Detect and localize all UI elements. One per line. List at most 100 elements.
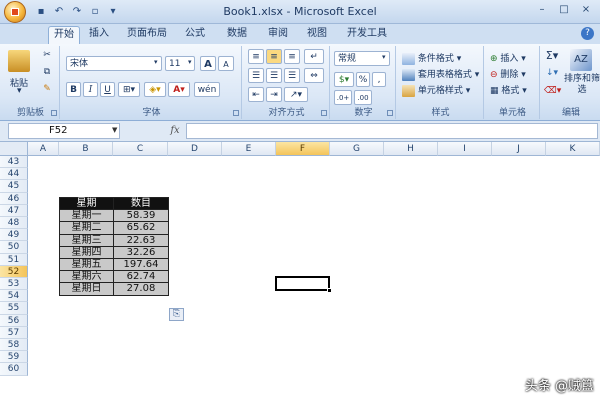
close-icon[interactable]: × bbox=[576, 2, 596, 18]
italic-button[interactable]: I bbox=[83, 82, 98, 97]
help-icon[interactable]: ? bbox=[581, 27, 594, 40]
column-header-d[interactable]: D bbox=[168, 142, 222, 156]
fill-handle[interactable] bbox=[327, 288, 332, 293]
row-header-48[interactable]: 48 bbox=[0, 217, 28, 230]
column-header-e[interactable]: E bbox=[222, 142, 276, 156]
row-header-50[interactable]: 50 bbox=[0, 241, 28, 254]
sort-filter-icon[interactable]: AZ bbox=[570, 49, 592, 71]
insert-cells-button[interactable]: ⊕ 插入 ▾ bbox=[490, 51, 526, 64]
row-header-60[interactable]: 60 bbox=[0, 363, 28, 376]
clipboard-launcher-icon[interactable] bbox=[51, 110, 57, 116]
name-box[interactable]: F52 bbox=[8, 123, 120, 139]
align-left-icon[interactable]: ☰ bbox=[248, 68, 264, 83]
grow-font-button[interactable]: A bbox=[200, 56, 216, 71]
column-header-a[interactable]: A bbox=[28, 142, 59, 156]
column-header-k[interactable]: K bbox=[546, 142, 600, 156]
weekday-cell[interactable]: 星期五 bbox=[59, 257, 114, 272]
header-cell-count[interactable]: 数目 bbox=[113, 196, 169, 211]
align-bottom-icon[interactable]: ≡ bbox=[284, 49, 300, 64]
merge-center-icon[interactable]: ⇔ bbox=[304, 68, 324, 83]
phonetic-guide-button[interactable]: wén bbox=[194, 82, 220, 97]
tab-view[interactable]: 视图 bbox=[302, 26, 332, 44]
increase-decimal-icon[interactable]: .0+ bbox=[334, 90, 352, 105]
comma-button[interactable]: , bbox=[372, 72, 386, 87]
count-cell[interactable]: 22.63 bbox=[113, 233, 169, 247]
tab-review[interactable]: 审阅 bbox=[263, 26, 293, 44]
orientation-icon[interactable]: ↗▾ bbox=[284, 87, 308, 102]
insert-function-icon[interactable]: fx bbox=[168, 124, 182, 138]
row-header-49[interactable]: 49 bbox=[0, 229, 28, 242]
format-cells-button[interactable]: ▦ 格式 ▾ bbox=[490, 83, 527, 96]
weekday-cell[interactable]: 星期日 bbox=[59, 282, 114, 296]
column-header-g[interactable]: G bbox=[330, 142, 384, 156]
tab-home[interactable]: 开始 bbox=[48, 26, 80, 44]
count-cell[interactable]: 27.08 bbox=[113, 282, 169, 296]
column-header-i[interactable]: I bbox=[438, 142, 492, 156]
count-cell[interactable]: 65.62 bbox=[113, 221, 169, 235]
column-header-c[interactable]: C bbox=[113, 142, 168, 156]
count-cell[interactable]: 58.39 bbox=[113, 209, 169, 223]
row-header-58[interactable]: 58 bbox=[0, 339, 28, 352]
autosum-icon[interactable]: Σ▾ bbox=[544, 48, 560, 63]
shrink-font-button[interactable]: A bbox=[218, 56, 234, 71]
cell-styles-button[interactable]: 单元格样式 ▾ bbox=[402, 83, 470, 97]
row-header-55[interactable]: 55 bbox=[0, 302, 28, 315]
font-name-dropdown-icon[interactable]: ▾ bbox=[154, 58, 158, 66]
sort-filter-label[interactable]: 排序和筛选 bbox=[564, 74, 600, 96]
paste-dropdown-icon[interactable]: ▾ bbox=[17, 86, 22, 96]
weekday-cell[interactable]: 星期一 bbox=[59, 209, 114, 223]
active-cell-f52[interactable] bbox=[275, 276, 330, 291]
maximize-icon[interactable]: □ bbox=[554, 2, 574, 18]
minimize-icon[interactable]: – bbox=[532, 2, 552, 18]
row-header-46[interactable]: 46 bbox=[0, 192, 28, 205]
number-format-dropdown-icon[interactable]: ▾ bbox=[382, 53, 386, 61]
tab-formulas[interactable]: 公式 bbox=[180, 26, 210, 44]
tab-data[interactable]: 数据 bbox=[222, 26, 252, 44]
weekday-cell[interactable]: 星期二 bbox=[59, 221, 114, 235]
row-header-44[interactable]: 44 bbox=[0, 168, 28, 181]
align-middle-icon[interactable]: ≡ bbox=[266, 49, 282, 64]
weekday-cell[interactable]: 星期六 bbox=[59, 270, 114, 284]
font-size-dropdown-icon[interactable]: ▾ bbox=[188, 58, 192, 66]
worksheet-grid[interactable]: A B C D E F G H I J K 43 44 45 46 47 48 … bbox=[0, 142, 600, 400]
tab-developer[interactable]: 开发工具 bbox=[342, 26, 392, 44]
cut-icon[interactable]: ✂ bbox=[40, 48, 54, 63]
align-top-icon[interactable]: ≡ bbox=[248, 49, 264, 64]
weekday-cell[interactable]: 星期四 bbox=[59, 245, 114, 259]
tab-insert[interactable]: 插入 bbox=[84, 26, 114, 44]
row-header-52[interactable]: 52 bbox=[0, 265, 28, 278]
font-color-icon[interactable]: A▾ bbox=[168, 82, 190, 97]
row-header-51[interactable]: 51 bbox=[0, 253, 28, 266]
fill-color-icon[interactable]: ◈▾ bbox=[144, 82, 166, 97]
row-header-45[interactable]: 45 bbox=[0, 180, 28, 193]
align-center-icon[interactable]: ☰ bbox=[266, 68, 282, 83]
row-header-53[interactable]: 53 bbox=[0, 278, 28, 291]
row-header-43[interactable]: 43 bbox=[0, 156, 28, 169]
wrap-text-icon[interactable]: ↵ bbox=[304, 49, 324, 64]
weekday-cell[interactable]: 星期三 bbox=[59, 233, 114, 247]
column-header-f[interactable]: F bbox=[276, 142, 330, 156]
decrease-decimal-icon[interactable]: .00 bbox=[354, 90, 372, 105]
number-launcher-icon[interactable] bbox=[387, 110, 393, 116]
alignment-launcher-icon[interactable] bbox=[321, 110, 327, 116]
count-cell[interactable]: 32.26 bbox=[113, 245, 169, 259]
header-cell-weekday[interactable]: 星期 bbox=[59, 196, 114, 211]
font-launcher-icon[interactable] bbox=[233, 110, 239, 116]
conditional-format-button[interactable]: 条件格式 ▾ bbox=[402, 51, 461, 65]
table-format-button[interactable]: 套用表格格式 ▾ bbox=[402, 67, 479, 81]
name-box-dropdown-icon[interactable]: ▼ bbox=[112, 126, 117, 134]
bold-button[interactable]: B bbox=[66, 82, 81, 97]
paste-options-icon[interactable]: ⎘ bbox=[169, 308, 184, 321]
count-cell[interactable]: 197.64 bbox=[113, 257, 169, 272]
column-header-j[interactable]: J bbox=[492, 142, 546, 156]
decrease-indent-icon[interactable]: ⇤ bbox=[248, 87, 264, 102]
formula-input[interactable] bbox=[186, 123, 598, 139]
increase-indent-icon[interactable]: ⇥ bbox=[266, 87, 282, 102]
row-header-56[interactable]: 56 bbox=[0, 314, 28, 327]
percent-button[interactable]: % bbox=[356, 72, 370, 87]
column-header-h[interactable]: H bbox=[384, 142, 438, 156]
row-header-59[interactable]: 59 bbox=[0, 351, 28, 364]
currency-icon[interactable]: $▾ bbox=[334, 72, 354, 87]
align-right-icon[interactable]: ☰ bbox=[284, 68, 300, 83]
font-name-select[interactable]: 宋体 bbox=[66, 56, 162, 71]
